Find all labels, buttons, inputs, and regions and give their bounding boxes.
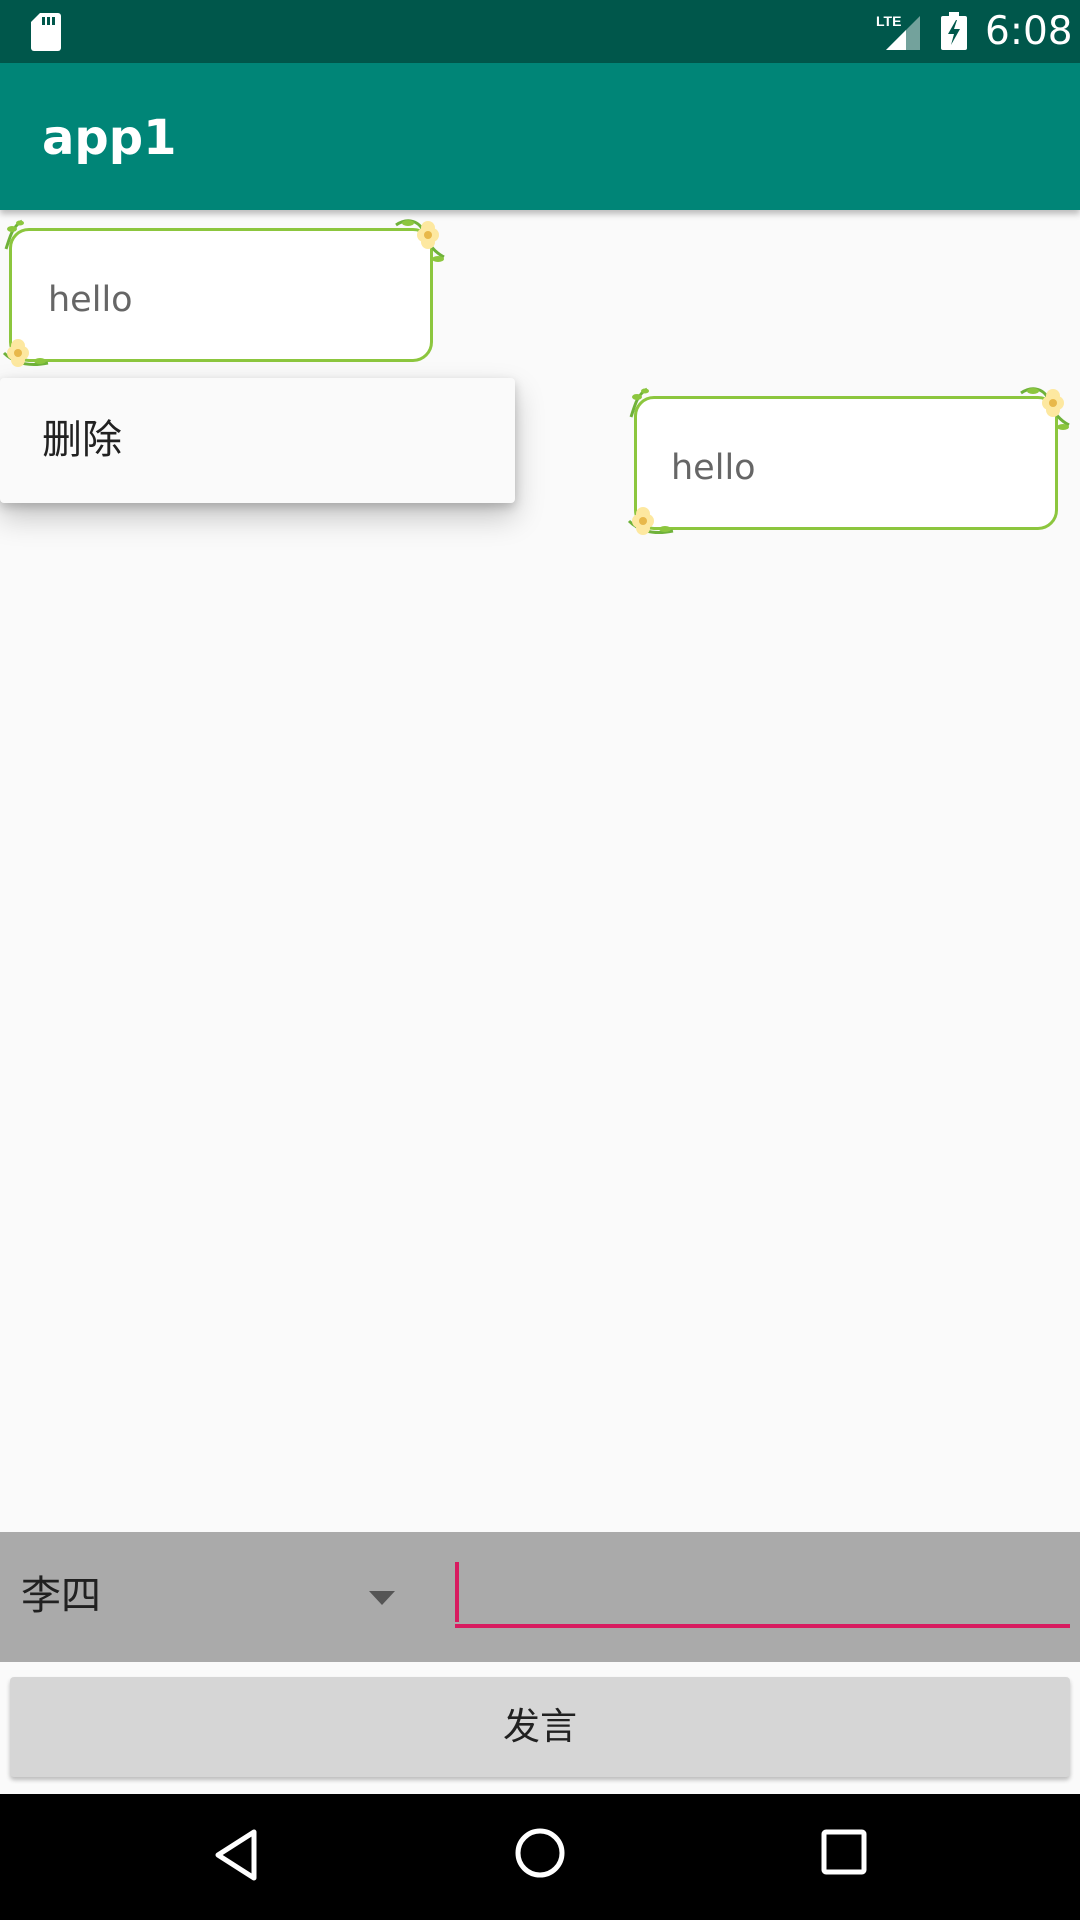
battery-charging-icon [941, 12, 967, 54]
delete-menu-item[interactable]: 删除 [42, 416, 122, 464]
app-title: app1 [42, 110, 177, 166]
clock: 6:08 [985, 9, 1073, 54]
send-button-label: 发言 [503, 1705, 577, 1748]
recents-icon[interactable] [821, 1829, 867, 1879]
text-cursor [455, 1562, 459, 1622]
home-icon[interactable] [513, 1826, 567, 1884]
message-text: hello [48, 280, 133, 320]
context-menu: 删除 [0, 378, 515, 503]
screen: LTE 6:08 app1 hello hello 删除 李四 发言 [0, 0, 1080, 1920]
chat-bubble-right[interactable]: hello [627, 387, 1070, 535]
sd-card-icon [31, 13, 61, 55]
speaker-spinner[interactable]: 李四 [0, 1532, 430, 1662]
app-bar: app1 [0, 63, 1080, 210]
input-bar: 李四 [0, 1532, 1080, 1662]
flower-icon [0, 323, 54, 377]
dropdown-arrow-icon[interactable] [369, 1590, 395, 1609]
message-input[interactable] [455, 1562, 1070, 1642]
speaker-selected-value: 李四 [21, 1573, 101, 1619]
svg-text:LTE: LTE [876, 13, 901, 29]
send-button[interactable]: 发言 [10, 1677, 1070, 1777]
vine-icon [2, 215, 42, 255]
back-icon[interactable] [212, 1828, 260, 1886]
navigation-bar [0, 1794, 1080, 1920]
input-underline [455, 1624, 1070, 1628]
lte-signal-icon: LTE [874, 12, 922, 56]
message-text: hello [671, 448, 756, 488]
status-bar: LTE 6:08 [0, 0, 1080, 63]
flower-icon [394, 213, 448, 267]
chat-bubble-left[interactable]: hello [2, 219, 445, 367]
flower-icon [625, 491, 679, 545]
vine-icon [627, 383, 667, 423]
flower-icon [1019, 381, 1073, 435]
